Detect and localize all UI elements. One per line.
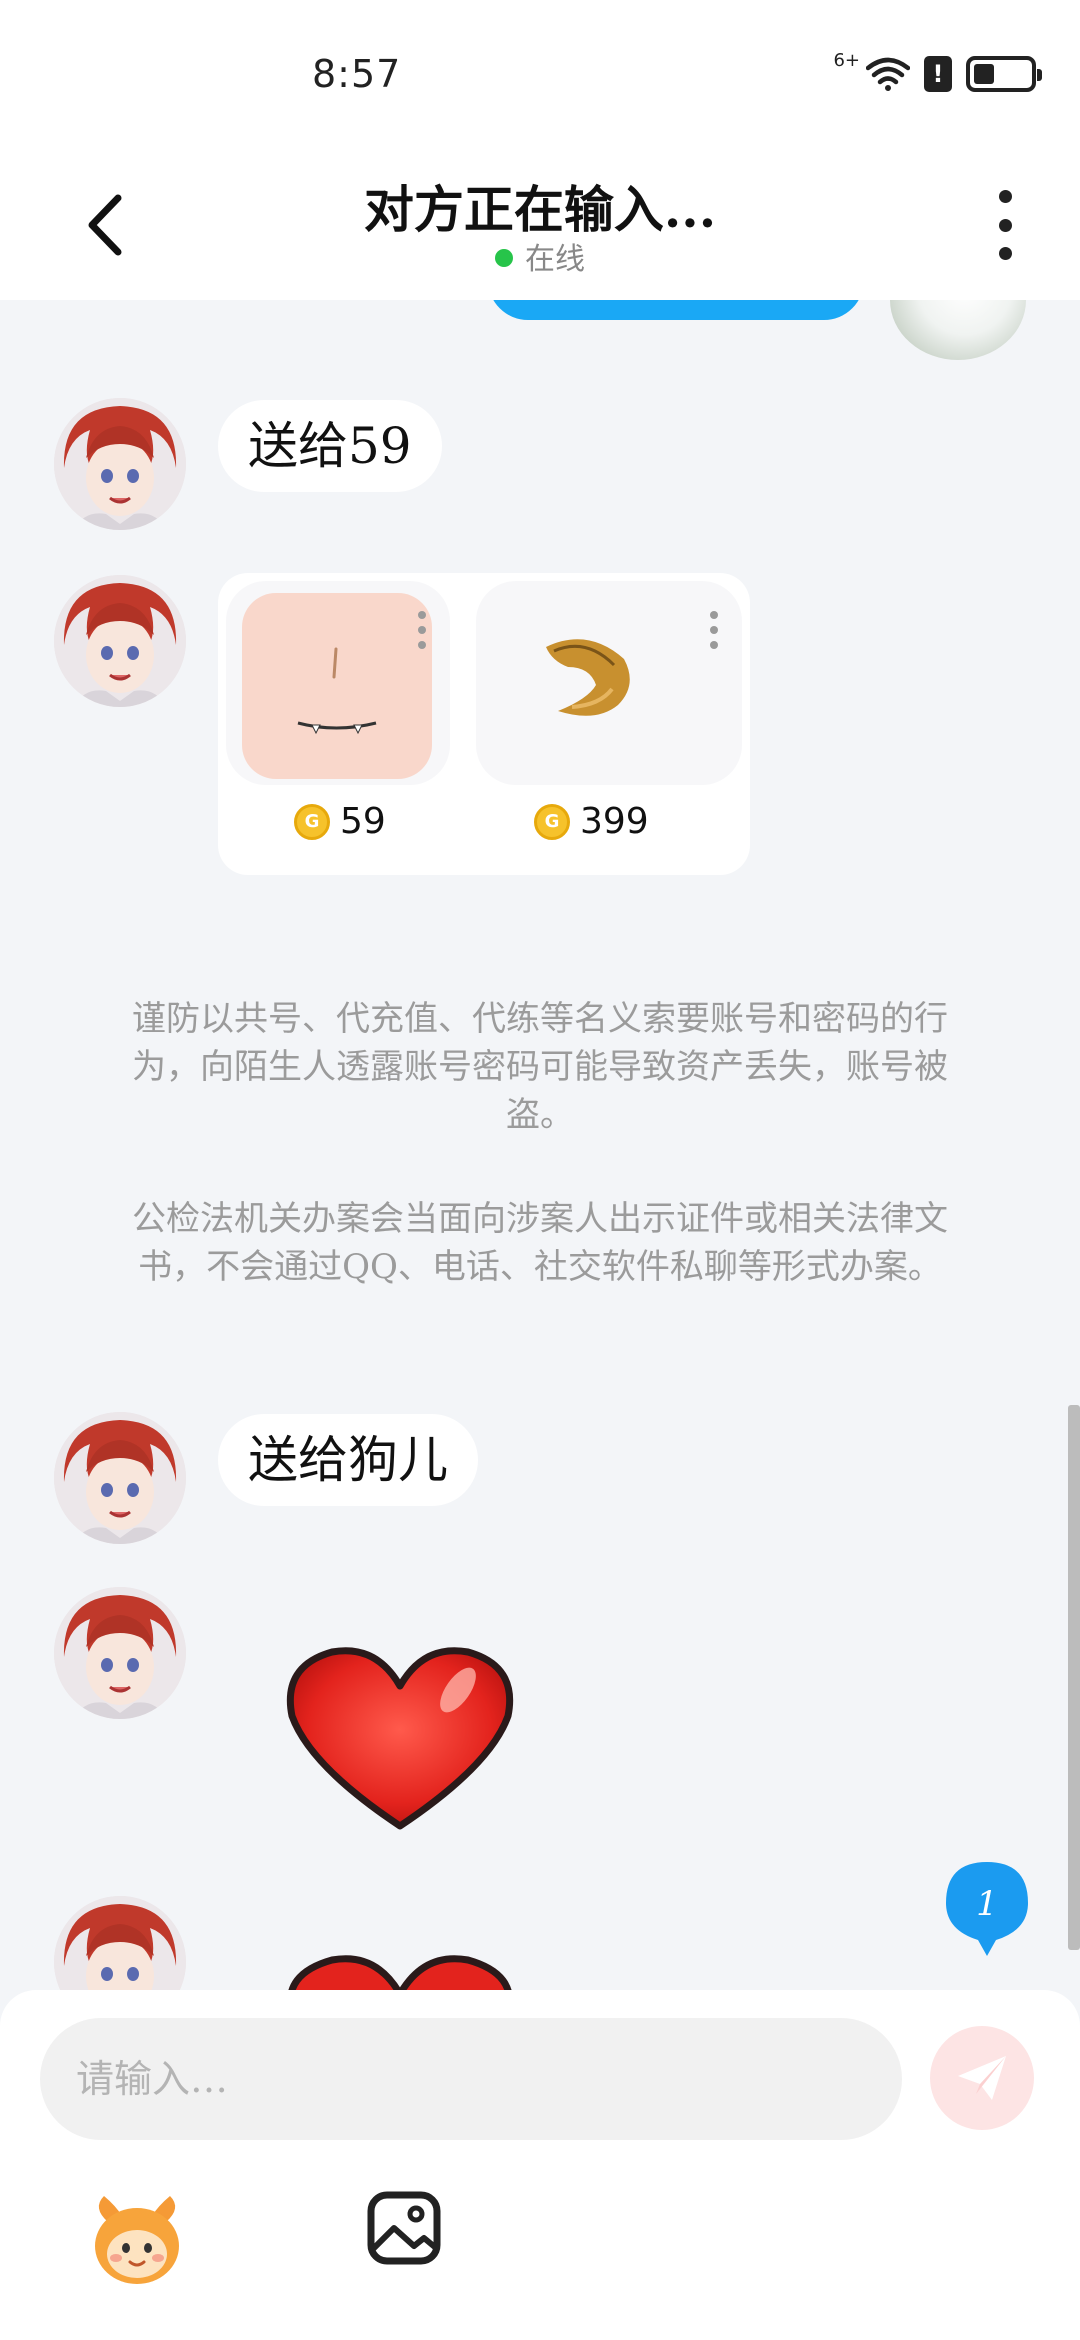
message-bubble[interactable]: 送给狗儿	[218, 1414, 478, 1506]
image-icon[interactable]	[366, 2190, 442, 2266]
chat-header: 对方正在输入... 在线	[0, 150, 1080, 300]
avatar-image	[54, 398, 186, 530]
avatar[interactable]	[54, 1587, 186, 1719]
send-button[interactable]	[930, 2026, 1034, 2130]
online-status: 在线	[0, 234, 1080, 278]
self-avatar[interactable]	[890, 300, 1026, 360]
gift-price-value: 59	[340, 801, 386, 842]
security-notice: 公检法机关办案会当面向涉案人出示证件或相关法律文书，不会通过QQ、电话、社交软件…	[132, 1199, 948, 1287]
avatar-image	[54, 575, 186, 707]
gift-price-value: 399	[580, 801, 649, 842]
paper-plane-icon	[958, 2056, 1006, 2100]
status-time: 8:57	[312, 52, 402, 96]
heart-sticker-icon[interactable]	[280, 1944, 520, 1990]
avatar[interactable]	[54, 575, 186, 707]
avatar-image	[54, 1896, 186, 1990]
scrollbar[interactable]	[1068, 1405, 1080, 1950]
coin-icon: G	[534, 803, 570, 840]
face-gift-icon	[242, 593, 432, 779]
online-dot-icon	[495, 248, 513, 267]
gift-menu-icon[interactable]	[710, 611, 718, 649]
wifi-icon	[866, 57, 910, 91]
message-bubble[interactable]: 送给59	[218, 400, 442, 492]
tail-gift-icon	[546, 639, 630, 716]
gift-item-face[interactable]	[226, 581, 450, 785]
message-input[interactable]	[40, 2018, 902, 2140]
status-icons: 6+ !	[825, 50, 1042, 92]
online-status-label: 在线	[525, 242, 585, 277]
gift-item-tail[interactable]	[476, 581, 742, 785]
security-notice: 谨防以共号、代充值、代练等名义索要账号和密码的行为，向陌生人透露账号密码可能导致…	[132, 999, 948, 1135]
mascot-emoji-icon[interactable]	[86, 2188, 188, 2288]
avatar[interactable]	[54, 398, 186, 530]
battery-icon	[966, 56, 1042, 92]
chat-title: 对方正在输入...	[363, 180, 717, 239]
avatar-image	[54, 1412, 186, 1544]
heart-sticker-icon[interactable]	[280, 1636, 520, 1836]
chat-messages[interactable]: 送给59 G 59 G 399 谨防以共号、代充值、代练等名义索要账号和密码的行…	[0, 300, 1080, 1990]
gift-menu-icon[interactable]	[418, 611, 426, 649]
alert-icon: !	[924, 56, 952, 92]
coin-icon: G	[294, 803, 330, 840]
unread-badge[interactable]: 1	[942, 1858, 1032, 1958]
sent-bubble-partial[interactable]	[488, 300, 864, 320]
gift-price: G 399	[534, 801, 649, 842]
composer-panel	[0, 1990, 1080, 2340]
avatar-image	[54, 1587, 186, 1719]
gift-price: G 59	[294, 801, 386, 842]
unread-count: 1	[976, 1884, 998, 1924]
gift-card[interactable]: G 59 G 399	[218, 573, 750, 875]
signal-label: 6+	[833, 49, 860, 71]
avatar[interactable]	[54, 1896, 186, 1990]
status-bar: 8:57 6+ !	[0, 0, 1080, 150]
avatar[interactable]	[54, 1412, 186, 1544]
more-options-button[interactable]	[990, 190, 1020, 260]
